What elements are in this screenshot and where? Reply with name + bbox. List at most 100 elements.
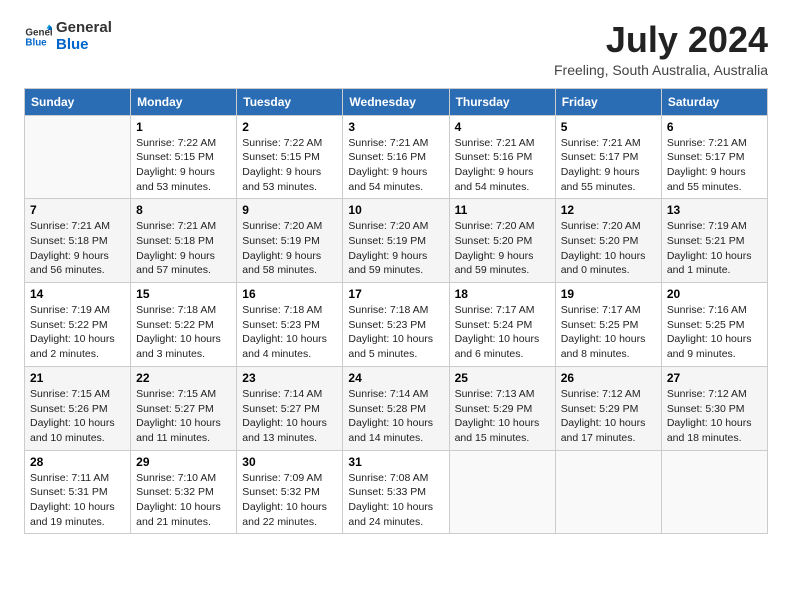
day-number: 3 [348, 120, 443, 134]
calendar-cell: 24 Sunrise: 7:14 AM Sunset: 5:28 PM Dayli… [343, 366, 449, 450]
calendar-cell: 31Sunrise: 7:08 AM Sunset: 5:33 PM Dayli… [343, 450, 449, 534]
day-number: 4 [455, 120, 550, 134]
day-info: Sunrise: 7:17 AM Sunset: 5:25 PM Dayligh… [561, 303, 656, 362]
day-number: 25 [455, 371, 550, 385]
day-number: 19 [561, 287, 656, 301]
day-info: Sunrise: 7:15 AM Sunset: 5:27 PM Dayligh… [136, 387, 231, 446]
day-number: 29 [136, 455, 231, 469]
calendar-cell: 4 Sunrise: 7:21 AM Sunset: 5:16 PM Daylig… [449, 115, 555, 199]
calendar-cell: 7Sunrise: 7:21 AM Sunset: 5:18 PM Daylig… [25, 199, 131, 283]
calendar-cell: 12 Sunrise: 7:20 AM Sunset: 5:20 PM Dayli… [555, 199, 661, 283]
day-number: 20 [667, 287, 762, 301]
calendar-cell [449, 450, 555, 534]
calendar-cell: 1Sunrise: 7:22 AM Sunset: 5:15 PM Daylig… [131, 115, 237, 199]
calendar-cell: 20 Sunrise: 7:16 AM Sunset: 5:25 PM Dayli… [661, 283, 767, 367]
calendar-cell: 5 Sunrise: 7:21 AM Sunset: 5:17 PM Daylig… [555, 115, 661, 199]
day-number: 2 [242, 120, 337, 134]
day-info: Sunrise: 7:09 AM Sunset: 5:32 PM Dayligh… [242, 471, 337, 530]
day-info: Sunrise: 7:12 AM Sunset: 5:29 PM Dayligh… [561, 387, 656, 446]
day-number: 12 [561, 203, 656, 217]
day-number: 23 [242, 371, 337, 385]
logo-icon: General Blue [24, 23, 52, 51]
logo-line2: Blue [56, 37, 112, 54]
title-block: July 2024 Freeling, South Australia, Aus… [554, 20, 768, 78]
calendar-cell: 14Sunrise: 7:19 AM Sunset: 5:22 PM Dayli… [25, 283, 131, 367]
calendar-cell: 13 Sunrise: 7:19 AM Sunset: 5:21 PM Dayli… [661, 199, 767, 283]
page-subtitle: Freeling, South Australia, Australia [554, 62, 768, 78]
col-header-thursday: Thursday [449, 88, 555, 115]
day-number: 27 [667, 371, 762, 385]
col-header-friday: Friday [555, 88, 661, 115]
day-info: Sunrise: 7:19 AM Sunset: 5:21 PM Dayligh… [667, 219, 762, 278]
day-number: 24 [348, 371, 443, 385]
calendar-cell: 28 Sunrise: 7:11 AM Sunset: 5:31 PM Dayli… [25, 450, 131, 534]
calendar-cell: 29Sunrise: 7:10 AM Sunset: 5:32 PM Dayli… [131, 450, 237, 534]
calendar-cell: 9 Sunrise: 7:20 AM Sunset: 5:19 PM Daylig… [237, 199, 343, 283]
calendar-cell: 17Sunrise: 7:18 AM Sunset: 5:23 PM Dayli… [343, 283, 449, 367]
day-info: Sunrise: 7:14 AM Sunset: 5:28 PM Dayligh… [348, 387, 443, 446]
calendar-cell: 19 Sunrise: 7:17 AM Sunset: 5:25 PM Dayli… [555, 283, 661, 367]
col-header-saturday: Saturday [661, 88, 767, 115]
calendar-cell: 16 Sunrise: 7:18 AM Sunset: 5:23 PM Dayli… [237, 283, 343, 367]
col-header-sunday: Sunday [25, 88, 131, 115]
calendar-cell: 25Sunrise: 7:13 AM Sunset: 5:29 PM Dayli… [449, 366, 555, 450]
calendar-cell [25, 115, 131, 199]
day-number: 8 [136, 203, 231, 217]
day-info: Sunrise: 7:21 AM Sunset: 5:18 PM Dayligh… [30, 219, 125, 278]
day-number: 30 [242, 455, 337, 469]
page-header: General Blue General Blue July 2024 Free… [24, 20, 768, 78]
day-info: Sunrise: 7:12 AM Sunset: 5:30 PM Dayligh… [667, 387, 762, 446]
logo: General Blue General Blue [24, 20, 112, 53]
day-info: Sunrise: 7:21 AM Sunset: 5:16 PM Dayligh… [348, 136, 443, 195]
day-info: Sunrise: 7:21 AM Sunset: 5:18 PM Dayligh… [136, 219, 231, 278]
calendar-table: SundayMondayTuesdayWednesdayThursdayFrid… [24, 88, 768, 535]
day-number: 17 [348, 287, 443, 301]
day-info: Sunrise: 7:21 AM Sunset: 5:17 PM Dayligh… [561, 136, 656, 195]
col-header-tuesday: Tuesday [237, 88, 343, 115]
day-info: Sunrise: 7:22 AM Sunset: 5:15 PM Dayligh… [242, 136, 337, 195]
day-info: Sunrise: 7:20 AM Sunset: 5:20 PM Dayligh… [561, 219, 656, 278]
calendar-cell: 3 Sunrise: 7:21 AM Sunset: 5:16 PM Daylig… [343, 115, 449, 199]
col-header-wednesday: Wednesday [343, 88, 449, 115]
logo-line1: General [56, 20, 112, 37]
day-info: Sunrise: 7:15 AM Sunset: 5:26 PM Dayligh… [30, 387, 125, 446]
day-number: 13 [667, 203, 762, 217]
day-number: 22 [136, 371, 231, 385]
calendar-cell: 15 Sunrise: 7:18 AM Sunset: 5:22 PM Dayli… [131, 283, 237, 367]
day-info: Sunrise: 7:08 AM Sunset: 5:33 PM Dayligh… [348, 471, 443, 530]
day-info: Sunrise: 7:17 AM Sunset: 5:24 PM Dayligh… [455, 303, 550, 362]
calendar-cell: 22 Sunrise: 7:15 AM Sunset: 5:27 PM Dayli… [131, 366, 237, 450]
day-info: Sunrise: 7:18 AM Sunset: 5:23 PM Dayligh… [242, 303, 337, 362]
day-number: 1 [136, 120, 231, 134]
day-number: 11 [455, 203, 550, 217]
day-info: Sunrise: 7:21 AM Sunset: 5:16 PM Dayligh… [455, 136, 550, 195]
day-number: 28 [30, 455, 125, 469]
day-number: 5 [561, 120, 656, 134]
calendar-cell [555, 450, 661, 534]
day-info: Sunrise: 7:20 AM Sunset: 5:19 PM Dayligh… [348, 219, 443, 278]
calendar-cell: 10 Sunrise: 7:20 AM Sunset: 5:19 PM Dayli… [343, 199, 449, 283]
calendar-cell [661, 450, 767, 534]
calendar-cell: 2 Sunrise: 7:22 AM Sunset: 5:15 PM Daylig… [237, 115, 343, 199]
day-number: 15 [136, 287, 231, 301]
day-info: Sunrise: 7:16 AM Sunset: 5:25 PM Dayligh… [667, 303, 762, 362]
day-info: Sunrise: 7:14 AM Sunset: 5:27 PM Dayligh… [242, 387, 337, 446]
day-number: 21 [30, 371, 125, 385]
day-number: 16 [242, 287, 337, 301]
day-info: Sunrise: 7:20 AM Sunset: 5:19 PM Dayligh… [242, 219, 337, 278]
day-info: Sunrise: 7:20 AM Sunset: 5:20 PM Dayligh… [455, 219, 550, 278]
calendar-cell: 11 Sunrise: 7:20 AM Sunset: 5:20 PM Dayli… [449, 199, 555, 283]
calendar-cell: 26 Sunrise: 7:12 AM Sunset: 5:29 PM Dayli… [555, 366, 661, 450]
day-info: Sunrise: 7:11 AM Sunset: 5:31 PM Dayligh… [30, 471, 125, 530]
day-info: Sunrise: 7:19 AM Sunset: 5:22 PM Dayligh… [30, 303, 125, 362]
calendar-cell: 6Sunrise: 7:21 AM Sunset: 5:17 PM Daylig… [661, 115, 767, 199]
calendar-cell: 27 Sunrise: 7:12 AM Sunset: 5:30 PM Dayli… [661, 366, 767, 450]
day-number: 9 [242, 203, 337, 217]
col-header-monday: Monday [131, 88, 237, 115]
calendar-cell: 21 Sunrise: 7:15 AM Sunset: 5:26 PM Dayli… [25, 366, 131, 450]
day-number: 10 [348, 203, 443, 217]
calendar-cell: 30 Sunrise: 7:09 AM Sunset: 5:32 PM Dayli… [237, 450, 343, 534]
day-info: Sunrise: 7:18 AM Sunset: 5:22 PM Dayligh… [136, 303, 231, 362]
day-number: 26 [561, 371, 656, 385]
calendar-cell: 23 Sunrise: 7:14 AM Sunset: 5:27 PM Dayli… [237, 366, 343, 450]
